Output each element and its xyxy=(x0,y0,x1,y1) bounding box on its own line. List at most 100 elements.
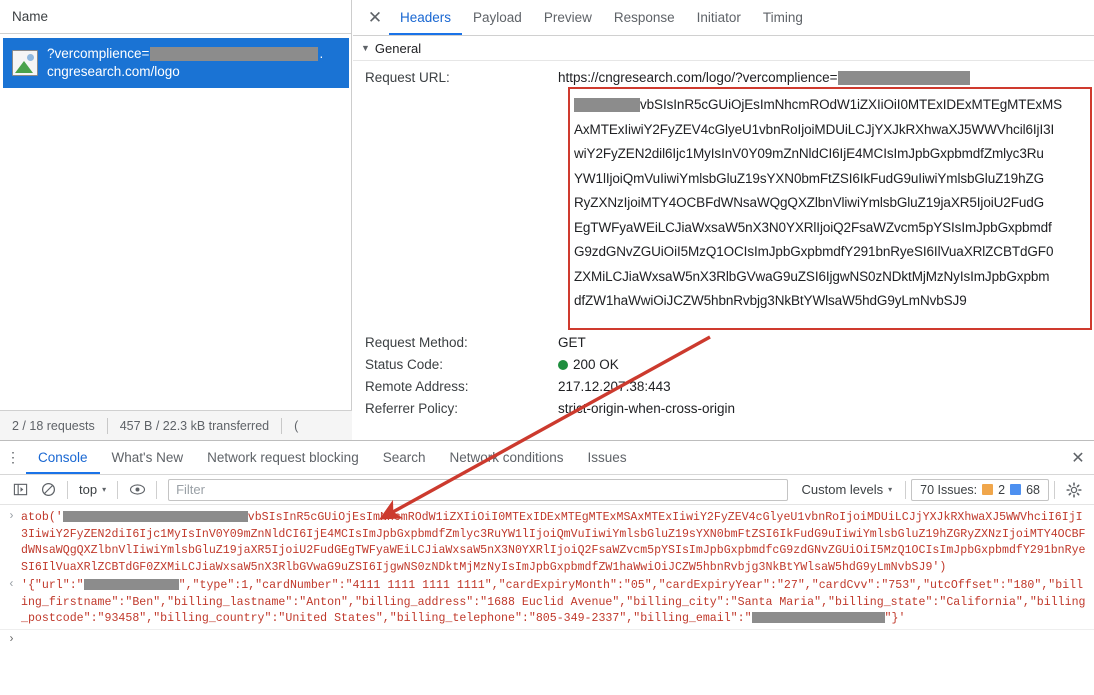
prompt-caret-icon: › xyxy=(8,633,21,646)
value-remote-address: 217.12.207.38:443 xyxy=(558,376,1094,398)
tab-preview[interactable]: Preview xyxy=(533,0,603,35)
console-prompt-input[interactable] xyxy=(21,633,1088,646)
tab-headers[interactable]: Headers xyxy=(389,0,462,35)
toolbar-divider-1 xyxy=(67,481,68,499)
network-panel: Name ?vercomplience=. cngresearch.com/lo… xyxy=(0,0,1094,440)
console-command-text: atob('vbSIsInR5cGUiOjEsImNhcmROdW1iZXIiO… xyxy=(21,510,1088,576)
devtools-window: Name ?vercomplience=. cngresearch.com/lo… xyxy=(0,0,1094,695)
chevron-down-icon: ▾ xyxy=(888,485,892,494)
live-expression-icon[interactable] xyxy=(123,478,151,502)
request-list-pane: Name ?vercomplience=. cngresearch.com/lo… xyxy=(0,0,352,440)
console-toolbar: top ▾ Filter Custom levels ▾ 70 Issues: … xyxy=(0,475,1094,505)
image-file-icon xyxy=(12,50,38,76)
issues-label: 70 Issues: xyxy=(920,483,977,497)
label-request-url: Request URL: xyxy=(353,67,558,89)
console-input-entry[interactable]: › atob('vbSIsInR5cGUiOjEsImNhcmROdW1iZXI… xyxy=(0,509,1094,577)
row-request-method: Request Method: GET xyxy=(353,332,1094,354)
general-rows: Request URL: https://cngresearch.com/log… xyxy=(353,61,1094,420)
toolbar-divider-5 xyxy=(1054,481,1055,499)
redacted-email-value xyxy=(752,612,885,623)
label-status-code: Status Code: xyxy=(353,354,558,376)
base64-line: YW1lIjoiQmVuIiwiYmlsbGluZ19sYXN0bmFtZSI6… xyxy=(574,167,1090,192)
result-prefix: '{"url":" xyxy=(21,579,84,592)
label-remote-address: Remote Address: xyxy=(353,376,558,398)
base64-line: G9zdGNvZGUiOiI5MzQ1OCIsImJpbGxpbmdfY291b… xyxy=(574,240,1090,265)
issues-info-count: 68 xyxy=(1026,483,1040,497)
issues-badge[interactable]: 70 Issues: 2 68 xyxy=(911,479,1049,501)
base64-line: EgTWFyaWEiLCJiaWxsaW5nX3N0YXRlIjoiQ2FsaW… xyxy=(574,216,1090,241)
drawer-close-icon[interactable]: ✕ xyxy=(1062,448,1094,468)
row-remote-address: Remote Address: 217.12.207.38:443 xyxy=(353,376,1094,398)
base64-line: AxMTExIiwiY2FyZEV4cGlyeU1vbnRoIjoiMDUiLC… xyxy=(574,118,1090,143)
tab-network-conditions[interactable]: Network conditions xyxy=(437,441,575,474)
highlighted-base64-block: vbSIsInR5cGUiOjEsImNhcmROdW1iZXIiOiI0MTE… xyxy=(568,87,1092,330)
tab-response[interactable]: Response xyxy=(603,0,686,35)
filter-input[interactable]: Filter xyxy=(168,479,787,501)
request-name-prefix: ?vercomplience= xyxy=(47,45,149,63)
status-ok-dot-icon xyxy=(558,360,568,370)
request-name: ?vercomplience=. cngresearch.com/logo xyxy=(47,45,323,81)
base64-line: ZXMiLCJiaWxsaW5nX3RlbGVwaG9uZSI6IjgwNS0z… xyxy=(574,265,1090,290)
request-host-path: cngresearch.com/logo xyxy=(47,64,180,79)
tab-whats-new[interactable]: What's New xyxy=(100,441,196,474)
close-icon[interactable]: ✕ xyxy=(361,5,389,31)
value-status-code: 200 OK xyxy=(558,354,1094,376)
label-request-method: Request Method: xyxy=(353,332,558,354)
drawer-tabbar: ⋮ Console What's New Network request blo… xyxy=(0,441,1094,475)
base64-line: dfZW1haWwiOiJCZW5hbnRvbjg3NkBtYWlsaW5hdG… xyxy=(574,289,1090,314)
result-mid: ","type":1,"cardNumber":"4111 1111 1111 … xyxy=(21,579,1085,625)
redacted-query-value xyxy=(150,47,318,61)
column-header-name[interactable]: Name xyxy=(0,0,351,34)
row-referrer-policy: Referrer Policy: strict-origin-when-cros… xyxy=(353,398,1094,420)
request-details-pane: ✕ Headers Payload Preview Response Initi… xyxy=(353,0,1094,440)
requests-count: 2 / 18 requests xyxy=(0,419,107,433)
status-code-text: 200 OK xyxy=(573,357,619,372)
tab-network-request-blocking[interactable]: Network request blocking xyxy=(195,441,371,474)
clear-console-icon[interactable] xyxy=(34,478,62,502)
redacted-url-token xyxy=(838,71,970,85)
redacted-base64-start xyxy=(574,98,640,112)
issues-warning-count: 2 xyxy=(998,483,1005,497)
toolbar-divider-4 xyxy=(905,481,906,499)
toolbar-divider-2 xyxy=(117,481,118,499)
output-caret-icon: ‹ xyxy=(8,578,21,628)
result-suffix: "}' xyxy=(885,612,906,625)
console-context-selector[interactable]: top ▾ xyxy=(73,482,112,497)
log-levels-selector[interactable]: Custom levels ▾ xyxy=(794,482,901,497)
tab-payload[interactable]: Payload xyxy=(462,0,533,35)
console-result-text: '{"url":"","type":1,"cardNumber":"4111 1… xyxy=(21,578,1088,628)
chevron-down-icon: ▾ xyxy=(102,485,106,494)
info-icon xyxy=(1010,484,1021,495)
base64-line: vbSIsInR5cGUiOjEsImNhcmROdW1iZXIiOiI0MTE… xyxy=(574,93,1090,118)
toolbar-divider-3 xyxy=(156,481,157,499)
command-prefix: atob(' xyxy=(21,511,63,524)
base64-line-text: vbSIsInR5cGUiOjEsImNhcmROdW1iZXIiOiI0MTE… xyxy=(640,97,1062,112)
tab-timing[interactable]: Timing xyxy=(752,0,814,35)
details-tabbar: ✕ Headers Payload Preview Response Initi… xyxy=(353,0,1094,36)
console-result-entry: ‹ '{"url":"","type":1,"cardNumber":"4111… xyxy=(0,577,1094,629)
value-referrer-policy: strict-origin-when-cross-origin xyxy=(558,398,1094,420)
label-referrer-policy: Referrer Policy: xyxy=(353,398,558,420)
sidebar-toggle-icon[interactable] xyxy=(6,478,34,502)
input-caret-icon: › xyxy=(8,510,21,576)
tab-initiator[interactable]: Initiator xyxy=(686,0,752,35)
general-section-label: General xyxy=(375,41,421,56)
console-prompt[interactable]: › xyxy=(0,629,1094,646)
request-list-item[interactable]: ?vercomplience=. cngresearch.com/logo xyxy=(3,38,349,88)
value-request-method: GET xyxy=(558,332,1094,354)
redacted-url-value xyxy=(84,579,179,590)
tab-issues[interactable]: Issues xyxy=(576,441,639,474)
redacted-base64-prefix xyxy=(63,511,248,522)
gear-icon[interactable] xyxy=(1060,478,1088,502)
tab-console[interactable]: Console xyxy=(26,441,100,474)
devtools-drawer: ⋮ Console What's New Network request blo… xyxy=(0,440,1094,695)
warning-icon xyxy=(982,484,993,495)
row-status-code: Status Code: 200 OK xyxy=(353,354,1094,376)
command-suffix: ') xyxy=(932,561,946,574)
kebab-menu-icon[interactable]: ⋮ xyxy=(0,453,26,462)
tab-search[interactable]: Search xyxy=(371,441,438,474)
chevron-down-icon: ▼ xyxy=(361,43,370,53)
general-section-header[interactable]: ▼ General xyxy=(353,36,1094,61)
levels-label: Custom levels xyxy=(802,482,884,497)
value-request-url[interactable]: https://cngresearch.com/logo/?vercomplie… xyxy=(558,67,1094,89)
